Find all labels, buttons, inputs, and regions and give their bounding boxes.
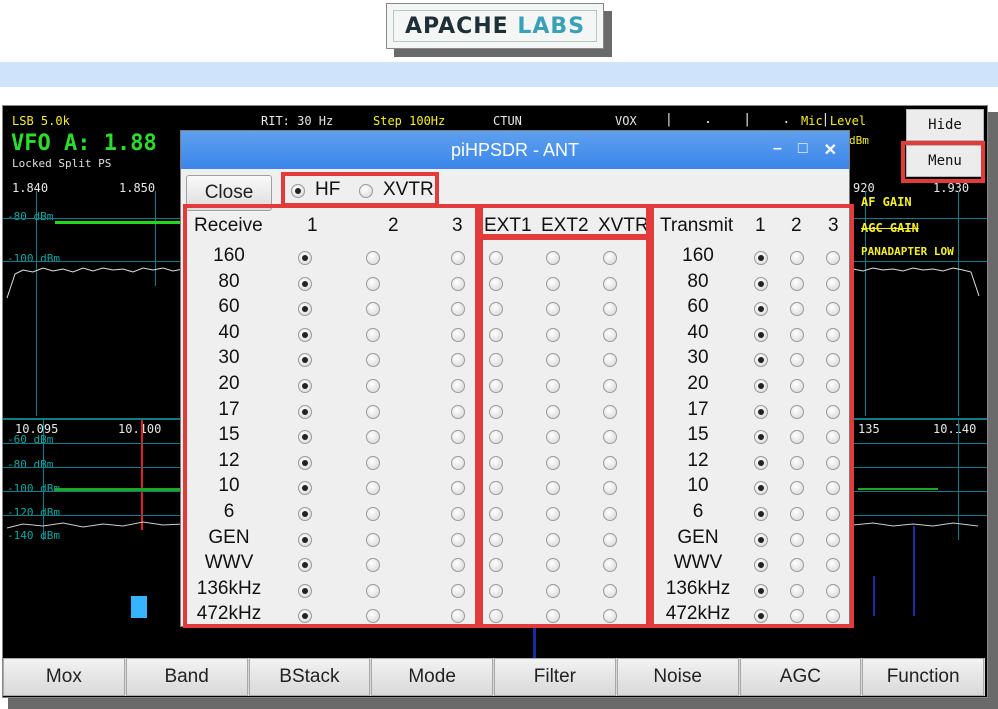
mic-level-label: Mic Level xyxy=(801,114,867,128)
filter-button[interactable]: Filter xyxy=(494,658,616,696)
dbm-scale-label: -80 dBm xyxy=(7,458,54,471)
dbm-scale-label: -100 dBm xyxy=(7,482,60,495)
logo-labs-text: LABS xyxy=(517,13,586,39)
freq-label: 1.840 xyxy=(12,181,49,195)
band-button[interactable]: Band xyxy=(125,658,248,696)
freq-label: 1.930 xyxy=(933,181,970,195)
dbm-label: dBm xyxy=(849,134,869,147)
logo-apache-text: APACHE xyxy=(404,13,509,39)
freq-label: 920 xyxy=(853,181,875,195)
dialog-title-bar[interactable]: piHPSDR - ANT – □ ✕ xyxy=(181,131,849,169)
transmit-highlight xyxy=(650,204,854,628)
rit-readout: RIT: 30 Hz xyxy=(261,114,334,128)
mox-button[interactable]: Mox xyxy=(3,658,125,696)
panadapter-low-label: PANADAPTER LOW xyxy=(861,245,954,258)
agc-button[interactable]: AGC xyxy=(739,658,862,696)
hide-button[interactable]: Hide xyxy=(906,109,984,141)
hf-xvtr-highlight xyxy=(281,172,439,207)
dialog-title: piHPSDR - ANT xyxy=(450,139,580,160)
waterfall-blob xyxy=(131,596,147,618)
mode-button[interactable]: Mode xyxy=(371,658,493,696)
bottom-toolbar: Mox Band BStack Mode Filter Noise AGC Fu… xyxy=(3,658,985,696)
af-gain-label: AF GAIN xyxy=(861,195,912,209)
header-divider-bar xyxy=(0,62,998,87)
filter-marker xyxy=(55,221,185,224)
ext-column-highlight xyxy=(479,236,650,628)
agc-gain-label: AGC GAIN xyxy=(861,221,919,235)
vox-readout: VOX xyxy=(615,114,637,128)
apache-labs-logo: APACHE LABS xyxy=(386,3,614,57)
noise-button[interactable]: Noise xyxy=(616,658,739,696)
receive-highlight xyxy=(183,204,479,628)
freq-label: 10.100 xyxy=(118,422,162,436)
freq-label: 135 xyxy=(858,422,880,436)
bstack-button[interactable]: BStack xyxy=(248,658,371,696)
freq-label: 1.850 xyxy=(119,181,156,195)
vfo-status: Locked Split PS xyxy=(12,157,112,170)
ctun-readout: CTUN xyxy=(493,114,522,128)
freq-label: 10.140 xyxy=(933,422,977,436)
close-icon[interactable]: ✕ xyxy=(824,140,837,160)
maximize-icon[interactable]: □ xyxy=(798,140,808,160)
vfo-a-frequency[interactable]: VFO A: 1.88 xyxy=(11,131,157,156)
function-button[interactable]: Function xyxy=(862,658,984,696)
tuning-marker xyxy=(141,420,143,530)
step-readout: Step 100Hz xyxy=(373,114,446,128)
ext-highlight xyxy=(479,204,650,238)
minimize-icon[interactable]: – xyxy=(773,140,782,160)
dbm-scale-label: -80 dBm xyxy=(7,210,54,223)
mode-readout: LSB 5.0k xyxy=(12,114,70,128)
dbm-scale-label: -60 dBm xyxy=(7,433,54,446)
menu-highlight xyxy=(901,141,985,183)
